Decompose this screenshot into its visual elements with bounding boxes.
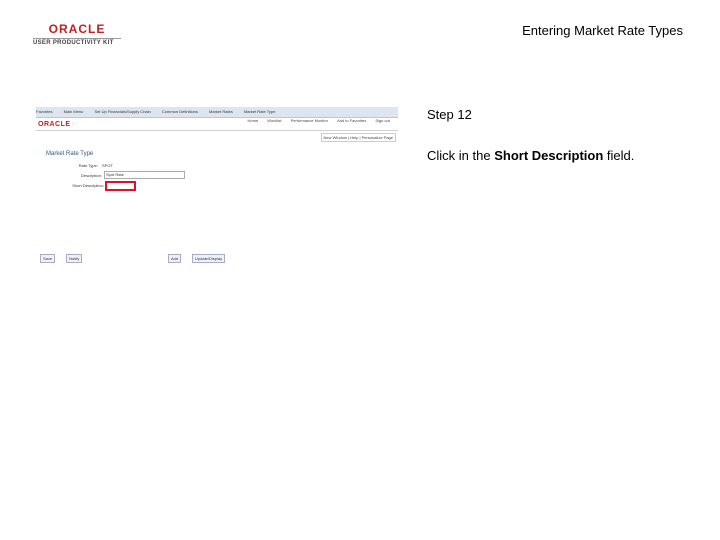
oracle-upk-logo: ORACLE USER PRODUCTIVITY KIT <box>33 22 123 46</box>
nav-item[interactable]: Set Up Financials/Supply Chain <box>95 109 151 114</box>
page-links[interactable]: New Window | Help | Personalize Page <box>320 133 396 142</box>
instruction-prefix: Click in the <box>427 148 495 163</box>
step-title: Step 12 <box>427 107 472 122</box>
subnav-favorites[interactable]: Add to Favorites <box>337 118 366 123</box>
sub-nav: Home Worklist Performance Monitor Add to… <box>240 117 391 125</box>
save-button[interactable]: Save <box>40 254 56 263</box>
application-screenshot: Favorites Main Menu Set Up Financials/Su… <box>36 107 398 267</box>
header-divider <box>36 130 398 131</box>
nav-item[interactable]: Market Rate Type <box>244 109 276 114</box>
subnav-worklist[interactable]: Worklist <box>267 118 281 123</box>
nav-item[interactable]: Market Rates <box>209 109 233 114</box>
nav-item[interactable]: Favorites <box>36 109 52 114</box>
description-label: Description: <box>80 173 102 178</box>
rate-type-label: Rate Type: <box>78 163 98 168</box>
subnav-home[interactable]: Home <box>248 118 259 123</box>
subnav-performance[interactable]: Performance Monitor <box>291 118 328 123</box>
update-display-button[interactable]: Update/Display <box>192 254 226 263</box>
logo-oracle-text: ORACLE <box>48 22 106 36</box>
app-oracle-logo: ORACLE <box>38 121 71 128</box>
nav-item[interactable]: Main Menu <box>64 109 84 114</box>
description-field[interactable]: Spot Rate <box>104 171 185 179</box>
form-title: Market Rate Type <box>46 151 94 157</box>
instruction-field-name: Short Description <box>494 148 604 163</box>
nav-item[interactable]: Common Definitions <box>162 109 198 114</box>
instruction-suffix: field. <box>603 148 635 163</box>
rate-type-value: SPOT <box>102 163 113 168</box>
page-title: Entering Market Rate Types <box>522 23 683 38</box>
step-instruction: Click in the Short Description field. <box>427 148 634 163</box>
subnav-signout[interactable]: Sign out <box>375 118 390 123</box>
logo-upk-text: USER PRODUCTIVITY KIT <box>33 40 114 46</box>
add-button[interactable]: Add <box>168 254 182 263</box>
short-description-label: Short Description: <box>72 183 104 188</box>
short-description-field[interactable] <box>105 181 136 191</box>
notify-button[interactable]: Notify <box>66 254 83 263</box>
logo-divider <box>33 38 121 39</box>
